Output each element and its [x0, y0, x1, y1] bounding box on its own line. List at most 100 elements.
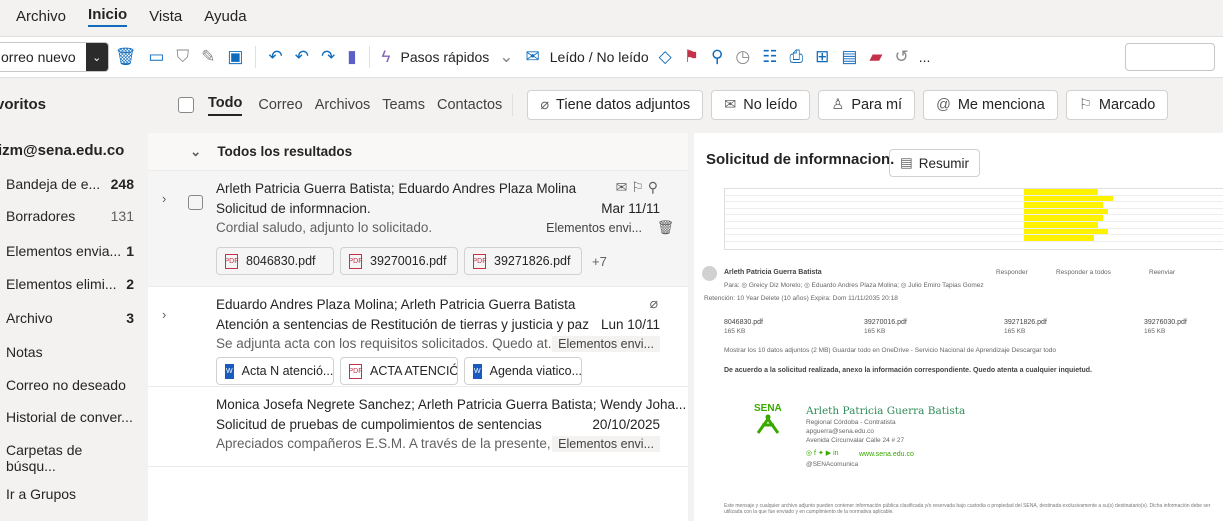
reply-button[interactable]: Responder — [996, 269, 1028, 276]
more-attachments[interactable]: +7 — [592, 254, 607, 269]
chevron-down-icon[interactable]: ⌄ — [190, 144, 201, 160]
menu-ayuda[interactable]: Ayuda — [204, 8, 246, 25]
attachment-chip[interactable]: 39271826.pdf — [1004, 319, 1047, 326]
ribbon-search-box[interactable] — [1125, 43, 1215, 71]
attachment-chip[interactable]: W Acta N atenció... — [216, 357, 334, 385]
menu-vista[interactable]: Vista — [149, 8, 182, 25]
folder-search-folders[interactable]: Carpetas de búsqu... — [6, 442, 134, 474]
attachment-chip[interactable]: PDF ACTA ATENCIÓ... — [340, 357, 458, 385]
move-icon[interactable]: ▣ — [227, 47, 243, 67]
message-item[interactable]: › Eduardo Andres Plaza Molina; Arleth Pa… — [148, 287, 688, 387]
chevron-down-icon[interactable]: ⌄ — [499, 47, 513, 67]
reply-all-icon[interactable]: ↶ — [295, 47, 309, 67]
new-mail-button[interactable]: orreo nuevo ⌄ — [0, 42, 109, 72]
folder-archive[interactable]: Archivo 3 — [6, 310, 134, 326]
favorites-header[interactable]: voritos — [0, 96, 46, 113]
filter-flagged[interactable]: ⚐ Marcado — [1065, 90, 1169, 120]
attachment-actions[interactable]: Mostrar los 10 datos adjuntos (2 MB) Gua… — [724, 347, 1056, 354]
summary-icon: ▤ — [900, 155, 913, 170]
account-header[interactable]: izm@sena.edu.co — [0, 142, 124, 159]
attachment-name: Acta N atenció... — [241, 364, 334, 378]
message-preview: Apreciados compañeros E.S.M. A través de… — [216, 436, 566, 451]
filter-mentions-me[interactable]: @ Me menciona — [923, 90, 1058, 120]
attachment-chip[interactable]: W Agenda viatico... — [464, 357, 582, 385]
divider — [368, 46, 370, 68]
chevron-right-icon[interactable]: › — [162, 307, 166, 322]
reply-icon[interactable]: ↶ — [268, 47, 282, 67]
results-header[interactable]: ⌄ Todos los resultados — [148, 133, 688, 171]
attachment-chip[interactable]: PDF 39270016.pdf — [340, 247, 458, 275]
message-item[interactable]: › Arleth Patricia Guerra Batista; Eduard… — [148, 171, 688, 287]
menu-archivo[interactable]: Archivo — [16, 8, 66, 25]
quick-steps-icon[interactable]: ϟ — [382, 47, 391, 67]
filter-has-attachments[interactable]: ⌀ Tiene datos adjuntos — [527, 90, 704, 120]
archive-icon[interactable]: ▭ — [148, 47, 164, 67]
delete-icon[interactable]: 🗑 — [115, 47, 137, 67]
print-icon[interactable]: ⎙ — [790, 47, 804, 67]
attachment-name: 39270016.pdf — [370, 254, 447, 268]
message-item[interactable]: Monica Josefa Negrete Sanchez; Arleth Pa… — [148, 387, 688, 467]
attachment-chip[interactable]: 8046830.pdf — [724, 319, 763, 326]
immersive-reader-icon[interactable]: ▤ — [841, 47, 857, 67]
retention-policy: Retención: 10 Year Delete (10 años) Expi… — [704, 295, 898, 302]
attachment-chip[interactable]: PDF 39271826.pdf — [464, 247, 582, 275]
new-mail-label: orreo nuevo — [1, 49, 76, 65]
reply-all-button[interactable]: Responder a todos — [1056, 269, 1111, 276]
go-to-groups-link[interactable]: Ir a Grupos — [6, 486, 134, 502]
folder-junk[interactable]: Correo no deseado — [6, 377, 134, 393]
envelope-open-icon[interactable]: ✉ — [526, 47, 540, 67]
tab-teams[interactable]: Teams — [382, 97, 425, 113]
pdf-icon[interactable]: ▰ — [869, 47, 882, 67]
attachment-name: 8046830.pdf — [246, 254, 316, 268]
summarize-button[interactable]: ▤ Resumir — [889, 149, 981, 177]
message-folder: Elementos envi... — [552, 436, 660, 452]
folder-sent[interactable]: Elementos envia... 1 — [6, 243, 134, 259]
rules-icon[interactable]: ☷ — [762, 47, 777, 67]
delete-icon[interactable]: 🗑 — [657, 220, 674, 236]
filter-to-me[interactable]: ♙ Para mí — [818, 90, 916, 120]
folder-label: Elementos elimi... — [6, 276, 117, 292]
select-all-checkbox[interactable] — [178, 97, 194, 113]
report-icon[interactable]: ⛉ — [176, 47, 189, 67]
tab-contactos[interactable]: Contactos — [437, 97, 502, 113]
read-unread-button[interactable]: Leído / No leído — [550, 49, 649, 65]
sweep-icon[interactable]: ✎ — [201, 47, 215, 67]
folder-inbox[interactable]: Bandeja de e... 248 — [6, 176, 134, 192]
row-checkbox[interactable] — [188, 195, 203, 210]
undo-icon[interactable]: ↺ — [895, 47, 909, 67]
quick-steps-button[interactable]: Pasos rápidos — [401, 49, 490, 65]
filter-bar: Todo Correo Archivos Teams Contactos ⌀ T… — [148, 80, 1223, 130]
envelope-icon[interactable]: ✉ — [616, 179, 628, 195]
attachment-chip[interactable]: 39276030.pdf — [1144, 319, 1187, 326]
clock-icon[interactable]: ◷ — [735, 47, 750, 67]
folder-deleted[interactable]: Elementos elimi... 2 — [6, 276, 134, 292]
message-date: 20/10/2025 — [592, 417, 660, 432]
attachment-chip[interactable]: 39270016.pdf — [864, 319, 907, 326]
tab-correo[interactable]: Correo — [258, 97, 302, 113]
attachment-chip[interactable]: PDF 8046830.pdf — [216, 247, 334, 275]
menu-inicio[interactable]: Inicio — [88, 6, 128, 27]
signature-website[interactable]: www.sena.edu.co — [859, 451, 914, 458]
flag-icon[interactable]: ⚐ — [631, 179, 644, 195]
chevron-down-icon[interactable]: ⌄ — [85, 43, 108, 71]
forward-button[interactable]: Reenviar — [1149, 269, 1175, 276]
pin-icon[interactable]: ⚲ — [648, 179, 658, 195]
folder-drafts[interactable]: Borradores 131 — [6, 208, 134, 224]
folder-label: Notas — [6, 344, 43, 360]
teams-icon[interactable]: ▮ — [347, 47, 356, 67]
flag-icon[interactable]: ⚑ — [684, 47, 699, 67]
results-header-label: Todos los resultados — [217, 144, 353, 159]
tag-icon[interactable]: ◇ — [659, 47, 672, 67]
tab-archivos[interactable]: Archivos — [315, 97, 371, 113]
filter-unread[interactable]: ✉ No leído — [711, 90, 811, 120]
tab-todo[interactable]: Todo — [208, 95, 243, 116]
pin-icon[interactable]: ⚲ — [711, 47, 723, 67]
chevron-right-icon[interactable]: › — [162, 191, 166, 206]
more-options-button[interactable]: ... — [919, 49, 931, 65]
forward-icon[interactable]: ↷ — [321, 47, 335, 67]
apps-icon[interactable]: ⊞ — [815, 47, 829, 67]
folder-conversation-history[interactable]: Historial de conver... — [6, 409, 134, 425]
folder-notes[interactable]: Notas — [6, 344, 134, 360]
folder-label: Archivo — [6, 310, 53, 326]
signature-email[interactable]: apguerra@sena.edu.co — [806, 428, 874, 435]
